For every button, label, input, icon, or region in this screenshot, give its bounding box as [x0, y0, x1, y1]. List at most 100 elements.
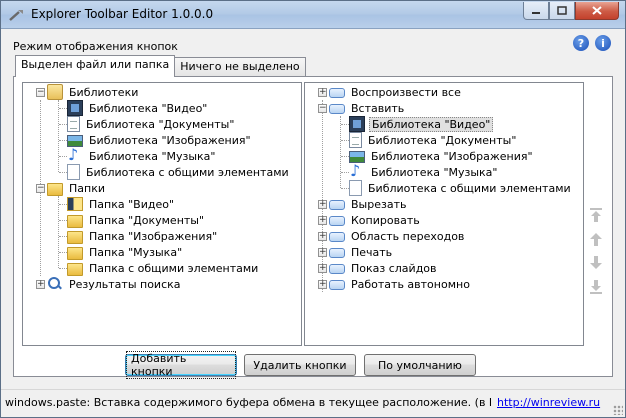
- tree-node-cut[interactable]: Вырезать: [329, 196, 408, 212]
- move-down-icon[interactable]: [588, 255, 604, 271]
- close-icon: [592, 6, 602, 15]
- expander-search-results[interactable]: +: [36, 280, 45, 289]
- tree-node-print[interactable]: Печать: [329, 244, 394, 260]
- node-label: Папка с общими элементами: [89, 261, 259, 275]
- node-label: Библиотека "Изображения": [371, 149, 533, 163]
- command-icon: [329, 215, 345, 226]
- tree-node-library-music[interactable]: Библиотека "Музыка": [67, 145, 217, 164]
- command-icon: [329, 199, 345, 210]
- tab-panel: − Библиотеки Библиотека "Видео" Библиоте…: [13, 76, 613, 377]
- maximize-button[interactable]: [549, 2, 575, 20]
- node-label: Папка "Документы": [89, 213, 205, 227]
- node-label: Библиотеки: [69, 85, 139, 99]
- expander-folders[interactable]: −: [36, 184, 45, 193]
- minimize-button[interactable]: [523, 2, 549, 20]
- node-label: Библиотека "Документы": [368, 133, 517, 147]
- remove-buttons-button[interactable]: Удалить кнопки: [244, 354, 356, 376]
- move-to-bottom-icon[interactable]: [588, 279, 604, 295]
- info-icon[interactable]: i: [595, 35, 611, 51]
- expander-navigation-pane[interactable]: +: [318, 232, 327, 241]
- shared-items-icon: [67, 164, 80, 180]
- command-icon: [329, 103, 345, 114]
- tree-node-folder-shared[interactable]: Папка с общими элементами: [67, 260, 260, 276]
- documents-folder-icon: [67, 214, 83, 228]
- node-label: Библиотека "Видео": [89, 101, 208, 115]
- tree-node-work-offline[interactable]: Работать автономно: [329, 276, 472, 292]
- node-label: Библиотека "Музыка": [371, 165, 498, 179]
- video-folder-icon: [67, 197, 83, 211]
- tree-node-libraries[interactable]: Библиотеки: [47, 84, 140, 100]
- node-label: Область переходов: [351, 229, 465, 243]
- library-icon: [47, 84, 63, 100]
- music-note-icon: [67, 145, 83, 164]
- tree-node-play-all[interactable]: Воспроизвести все: [329, 84, 463, 100]
- tree-node-search-results[interactable]: Результаты поиска: [47, 276, 183, 292]
- expander-cut[interactable]: +: [318, 200, 327, 209]
- node-label: Библиотека с общими элементами: [86, 165, 289, 179]
- maximize-icon: [557, 6, 567, 15]
- toolbar-buttons-tree[interactable]: + Воспроизвести все − Вставить Библиотек…: [304, 82, 584, 346]
- tree-node-folder-music[interactable]: Папка "Музыка": [67, 244, 184, 260]
- node-label: Папки: [69, 181, 105, 195]
- tree-node-folders[interactable]: Папки: [47, 180, 107, 196]
- expander-paste[interactable]: −: [318, 104, 327, 113]
- minimize-icon: [532, 11, 540, 14]
- music-note-icon: [349, 161, 365, 180]
- node-label: Показ слайдов: [351, 261, 437, 275]
- expander-print[interactable]: +: [318, 248, 327, 257]
- app-window: Explorer Toolbar Editor 1.0.0.0 Режим от…: [0, 0, 626, 418]
- website-link[interactable]: http://winreview.ru: [497, 396, 600, 409]
- tree-node-paste-library-music[interactable]: Библиотека "Музыка": [349, 161, 499, 180]
- add-buttons-button[interactable]: Добавить кнопки: [125, 351, 237, 379]
- expander-copy[interactable]: +: [318, 216, 327, 225]
- command-icon: [329, 279, 345, 290]
- documents-icon: [67, 116, 80, 132]
- video-library-icon: [349, 116, 365, 132]
- node-label: Вставить: [351, 101, 405, 115]
- node-label: Работать автономно: [351, 277, 470, 291]
- node-label: Папка "Изображения": [89, 229, 218, 243]
- tab-selected-item[interactable]: Выделен файл или папка: [15, 55, 176, 77]
- tree-node-paste-library-images[interactable]: Библиотека "Изображения": [349, 148, 535, 164]
- tree-node-library-shared[interactable]: Библиотека с общими элементами: [67, 164, 291, 180]
- close-button[interactable]: [575, 2, 619, 20]
- tree-node-paste-library-shared[interactable]: Библиотека с общими элементами: [349, 180, 573, 196]
- node-label: Вырезать: [351, 197, 407, 211]
- tree-node-slideshow[interactable]: Показ слайдов: [329, 260, 439, 276]
- help-icon[interactable]: ?: [573, 35, 589, 51]
- tree-node-copy[interactable]: Копировать: [329, 212, 422, 228]
- tree-node-folder-documents[interactable]: Папка "Документы": [67, 212, 206, 228]
- tree-node-library-documents[interactable]: Библиотека "Документы": [67, 116, 236, 132]
- wrench-icon: [9, 10, 23, 21]
- tree-node-paste[interactable]: Вставить: [329, 100, 406, 116]
- tree-node-navigation-pane[interactable]: Область переходов: [329, 228, 466, 244]
- command-icon: [329, 247, 345, 258]
- available-buttons-tree[interactable]: − Библиотеки Библиотека "Видео" Библиоте…: [22, 82, 302, 346]
- shared-folder-icon: [67, 262, 83, 276]
- node-label: Копировать: [351, 213, 420, 227]
- folder-icon: [47, 182, 63, 196]
- expander-slideshow[interactable]: +: [318, 264, 327, 273]
- command-icon: [329, 87, 345, 98]
- reset-default-button[interactable]: По умолчанию: [364, 354, 476, 376]
- tree-node-folder-images[interactable]: Папка "Изображения": [67, 228, 219, 244]
- mode-label: Режим отображения кнопок: [13, 40, 178, 53]
- expander-work-offline[interactable]: +: [318, 280, 327, 289]
- move-to-top-icon[interactable]: [588, 207, 604, 223]
- move-up-icon[interactable]: [588, 231, 604, 247]
- tree-node-library-video[interactable]: Библиотека "Видео": [67, 100, 209, 116]
- resize-grip-icon[interactable]: [613, 405, 623, 415]
- tree-node-library-images[interactable]: Библиотека "Изображения": [67, 132, 253, 148]
- tree-node-folder-video[interactable]: Папка "Видео": [67, 196, 176, 212]
- title-bar[interactable]: Explorer Toolbar Editor 1.0.0.0: [1, 1, 625, 29]
- expander-play-all[interactable]: +: [318, 88, 327, 97]
- tree-node-paste-library-video[interactable]: Библиотека "Видео": [349, 116, 494, 132]
- tab-nothing-selected[interactable]: Ничего не выделено: [174, 57, 306, 77]
- node-label: Папка "Музыка": [89, 245, 183, 259]
- status-text: windows.paste: Вставка содержимого буфер…: [5, 396, 491, 409]
- node-label: Библиотека "Документы": [86, 117, 235, 131]
- tree-node-paste-library-documents[interactable]: Библиотека "Документы": [349, 132, 518, 148]
- node-label: Библиотека "Музыка": [89, 149, 216, 163]
- expander-libraries[interactable]: −: [36, 88, 45, 97]
- caption-buttons: [523, 2, 619, 20]
